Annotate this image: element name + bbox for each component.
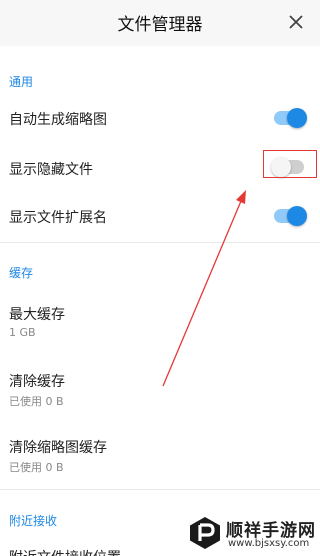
annotation-arrow: [162, 190, 246, 387]
watermark-logo-icon: [190, 517, 220, 549]
watermark: 顺祥手游网 www.bjsxsy.com: [188, 512, 320, 556]
watermark-url: www.bjsxsy.com: [228, 538, 310, 549]
